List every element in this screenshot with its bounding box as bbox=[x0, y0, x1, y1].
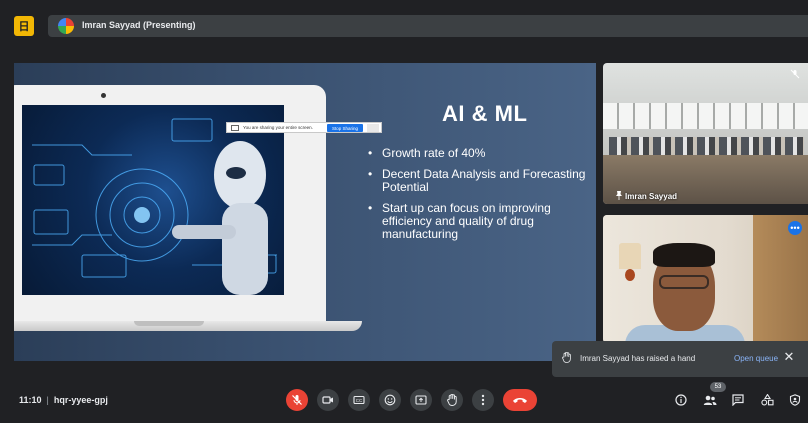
mic-toggle-button[interactable] bbox=[286, 389, 308, 411]
host-controls-button[interactable] bbox=[786, 391, 804, 409]
activities-button[interactable] bbox=[758, 391, 776, 409]
participant-hair bbox=[653, 243, 715, 267]
people-icon bbox=[703, 395, 717, 405]
chat-button[interactable] bbox=[729, 391, 747, 409]
stop-sharing-button[interactable]: Stop Sharing bbox=[327, 124, 363, 132]
chat-icon bbox=[732, 394, 744, 406]
close-icon[interactable]: ✕ bbox=[782, 349, 796, 364]
laptop-camera bbox=[101, 93, 106, 98]
meeting-info: 11:10 | hqr-yyee-gpj bbox=[19, 395, 108, 405]
bullet-item: Start up can focus on improving efficien… bbox=[366, 202, 596, 241]
hand-glyph bbox=[562, 351, 571, 363]
info-icon bbox=[675, 394, 687, 406]
present-button[interactable] bbox=[410, 389, 432, 411]
more-options-button[interactable] bbox=[472, 389, 494, 411]
mic-off-icon bbox=[788, 67, 802, 81]
call-end-icon bbox=[513, 398, 527, 403]
meeting-time: 11:10 bbox=[19, 395, 42, 405]
screen-share-icon bbox=[231, 125, 239, 131]
robot-graphic bbox=[32, 118, 277, 295]
mic-off-glyph bbox=[790, 69, 800, 79]
open-queue-link[interactable]: Open queue bbox=[734, 354, 778, 363]
background-lamp bbox=[619, 243, 641, 269]
present-screen-icon bbox=[415, 395, 427, 405]
presenter-avatar bbox=[58, 18, 74, 34]
host-controls-icon bbox=[789, 394, 801, 406]
hide-share-button[interactable] bbox=[367, 124, 379, 132]
mic-off-icon bbox=[292, 395, 302, 405]
more-vert-icon bbox=[481, 394, 485, 406]
participant-name: Imran Sayyad bbox=[625, 192, 678, 201]
raise-hand-button[interactable] bbox=[441, 389, 463, 411]
top-bar: 日 Imran Sayyad (Presenting) bbox=[0, 0, 808, 44]
closed-caption-icon: CC bbox=[353, 395, 365, 405]
leave-call-button[interactable] bbox=[503, 389, 537, 411]
captions-button[interactable]: CC bbox=[348, 389, 370, 411]
activities-icon bbox=[760, 394, 774, 406]
pin-icon bbox=[616, 191, 622, 200]
raise-hand-icon bbox=[446, 394, 457, 406]
slide-bullets: Growth rate of 40% Decent Data Analysis … bbox=[366, 147, 596, 249]
bullet-item: Decent Data Analysis and Forecasting Pot… bbox=[366, 168, 596, 194]
meeting-info-separator: | bbox=[46, 395, 49, 405]
bottom-control-bar: 11:10 | hqr-yyee-gpj CC 53 bbox=[0, 378, 808, 423]
app-icon[interactable]: 日 bbox=[14, 16, 34, 36]
raised-hand-toast: Imran Sayyad has raised a hand Open queu… bbox=[552, 341, 808, 377]
emoji-icon bbox=[384, 394, 396, 406]
reactions-button[interactable] bbox=[379, 389, 401, 411]
slide-title: AI & ML bbox=[442, 101, 528, 126]
raise-hand-icon bbox=[562, 351, 572, 366]
meet-window: 日 Imran Sayyad (Presenting) You are shar… bbox=[0, 0, 808, 423]
participant-glasses bbox=[659, 275, 709, 289]
background-bookshelf bbox=[753, 215, 808, 343]
classroom-windows bbox=[603, 103, 808, 129]
screen-share-notice: You are sharing your entire screen. Stop… bbox=[226, 122, 382, 133]
camera-toggle-button[interactable] bbox=[317, 389, 339, 411]
shared-presentation: You are sharing your entire screen. Stop… bbox=[14, 63, 596, 361]
robot-illustration bbox=[22, 105, 284, 295]
tile-more-options-icon[interactable]: ••• bbox=[788, 221, 802, 235]
participant-tile-cam[interactable]: ••• bbox=[603, 215, 808, 343]
meeting-code: hqr-yyee-gpj bbox=[53, 395, 108, 405]
people-button[interactable] bbox=[701, 391, 719, 409]
background-lamp-base bbox=[625, 269, 635, 281]
toast-message: Imran Sayyad has raised a hand bbox=[580, 354, 696, 363]
presentation-chip[interactable]: Imran Sayyad (Presenting) bbox=[48, 15, 808, 37]
laptop-notch bbox=[134, 321, 204, 326]
meeting-details-button[interactable] bbox=[672, 391, 690, 409]
presenter-label: Imran Sayyad (Presenting) bbox=[82, 20, 196, 30]
videocam-icon bbox=[322, 396, 333, 404]
bullet-item: Growth rate of 40% bbox=[366, 147, 596, 161]
svg-text:CC: CC bbox=[356, 398, 363, 403]
participant-tile-room[interactable]: Imran Sayyad bbox=[603, 63, 808, 204]
share-notice-text: You are sharing your entire screen. bbox=[243, 125, 313, 130]
